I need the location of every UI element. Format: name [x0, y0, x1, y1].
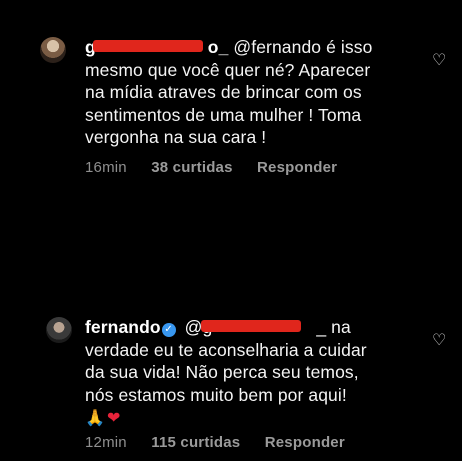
comment-line: na mídia atraves de brincar com os	[85, 82, 362, 102]
heart-outline-icon[interactable]: ♡	[432, 332, 448, 348]
username[interactable]: fernando	[85, 317, 161, 337]
mention[interactable]: @g _	[185, 316, 327, 339]
verified-badge-icon: ✓	[161, 323, 176, 337]
comment-line: nós estamos muito bem por aqui!	[85, 384, 347, 405]
redaction-bar	[200, 320, 301, 332]
username[interactable]: g o_	[85, 37, 228, 57]
timestamp: 16min	[85, 159, 127, 176]
comment-meta: 12min 115 curtidas Responder	[85, 434, 365, 451]
red-heart-icon: ❤	[107, 408, 121, 427]
praying-hands-icon: 🙏	[85, 408, 106, 427]
emoji-row: 🙏 ❤	[85, 408, 121, 427]
comment-line: verdade eu te aconselharia a cuidar	[85, 339, 367, 360]
comment-line: vergonha na sua cara !	[85, 127, 267, 147]
avatar[interactable]	[46, 317, 72, 343]
comment-line: @fernando é isso	[233, 37, 373, 57]
heart-outline-icon[interactable]: ♡	[432, 52, 448, 68]
comment-line: da sua vida! Não perca seu temos,	[85, 362, 359, 382]
avatar[interactable]	[40, 37, 66, 63]
comment-line: mesmo que você quer né? Aparecer	[85, 59, 371, 80]
likes-count[interactable]: 38 curtidas	[151, 159, 232, 176]
comment-meta: 16min 38 curtidas Responder	[85, 159, 357, 176]
reply-button[interactable]: Responder	[265, 434, 345, 451]
comment-text: g o_ @fernando é isso mesmo que você quer…	[85, 36, 415, 149]
timestamp: 12min	[85, 434, 127, 451]
likes-count[interactable]: 115 curtidas	[151, 434, 240, 451]
redaction-bar	[93, 40, 203, 52]
reply-button[interactable]: Responder	[257, 159, 337, 176]
comment-text: fernando ✓ @g _ na verdade eu te aconselha…	[85, 316, 405, 430]
redacted-username: g	[85, 36, 208, 59]
comment-line: na	[331, 317, 351, 337]
comment-line: sentimentos de uma mulher ! Toma	[85, 104, 362, 125]
